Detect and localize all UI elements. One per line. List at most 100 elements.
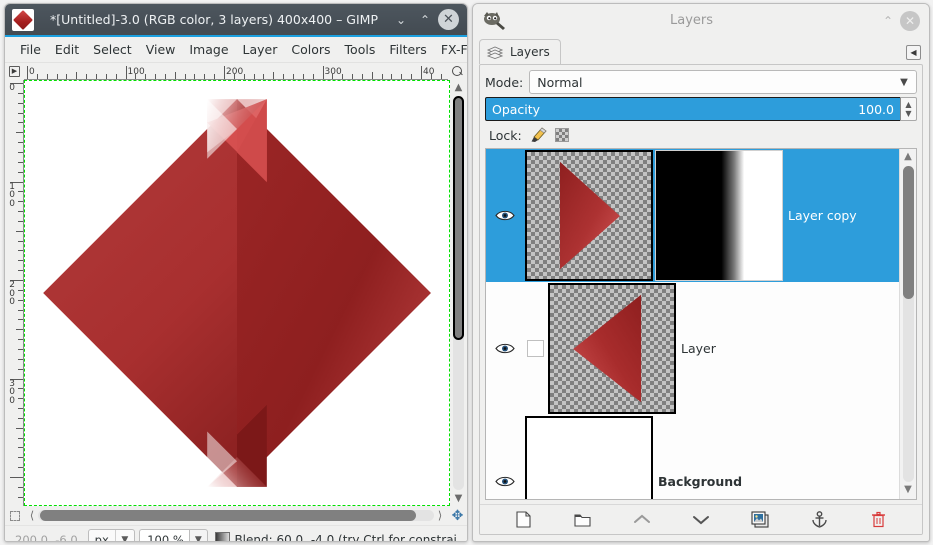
ruler-tick <box>18 457 23 459</box>
layer-row[interactable]: Layer <box>486 282 899 415</box>
tab-layers[interactable]: Layers <box>479 39 561 64</box>
blend-mode-select[interactable]: Normal ▼ <box>529 70 917 94</box>
ruler-tick <box>381 74 383 79</box>
statusbar: 200.0, -6.0 px ▼ 100 % ▼ Blend: 60.0, -4… <box>5 525 467 542</box>
delete-layer-button[interactable] <box>865 509 891 531</box>
ruler-tick <box>18 191 23 193</box>
window-title: *[Untitled]-3.0 (RGB color, 3 layers) 40… <box>50 12 378 27</box>
ruler-tick <box>56 74 58 79</box>
chevron-down-icon <box>692 516 709 525</box>
minimize-icon[interactable]: ⌃ <box>876 9 900 33</box>
layer-list[interactable]: Layer copy Layer Background <box>486 149 899 499</box>
ruler-tick <box>430 74 432 79</box>
layer-thumbnail-cell[interactable] <box>524 150 654 281</box>
alpha-checker-icon[interactable] <box>554 128 569 142</box>
canvas-viewport[interactable] <box>24 80 450 506</box>
ruler-tick <box>46 74 48 79</box>
ruler-tick <box>411 74 413 79</box>
canvas-horizontal-scrollbar[interactable]: ⟨ ⟩ <box>24 509 448 522</box>
close-icon[interactable]: ✕ <box>438 9 459 30</box>
layer-visibility-toggle[interactable] <box>486 209 524 222</box>
layer-name[interactable]: Layer <box>677 341 899 356</box>
menu-tools[interactable]: Tools <box>338 40 383 59</box>
vscroll-track[interactable] <box>453 96 464 490</box>
opacity-spinner[interactable]: ▲ ▼ <box>900 97 917 121</box>
ruler-tick <box>184 74 186 79</box>
zoom-input[interactable]: 100 % <box>138 529 189 541</box>
menu-edit[interactable]: Edit <box>48 40 86 59</box>
close-icon[interactable]: ✕ <box>900 10 920 31</box>
ruler-tick <box>18 437 23 439</box>
scroll-up-icon[interactable]: ▲ <box>455 81 463 94</box>
quickmask-toggle-button[interactable] <box>5 510 24 521</box>
menu-chevron-down-icon[interactable]: ⌄ <box>390 9 412 31</box>
chevron-down-icon[interactable]: ▼ <box>892 71 916 93</box>
layer-mask-cell[interactable] <box>654 150 784 281</box>
layer-visibility-toggle[interactable] <box>486 475 524 488</box>
layer-thumbnail <box>548 283 676 414</box>
ruler-menu-button[interactable]: ▶ <box>5 63 24 80</box>
zoom-image-button[interactable] <box>448 63 467 80</box>
horizontal-ruler[interactable]: 0 100 200 300 40 <box>24 63 448 80</box>
spinner-down-icon[interactable]: ▼ <box>905 109 911 118</box>
menu-colors[interactable]: Colors <box>284 40 337 59</box>
menu-view[interactable]: View <box>139 40 183 59</box>
layer-scroll-track[interactable] <box>902 166 914 482</box>
duplicate-layer-button[interactable] <box>747 509 773 531</box>
new-layer-group-button[interactable] <box>570 509 596 531</box>
ruler-label: 2 0 0 <box>9 280 15 307</box>
layer-row[interactable]: Background <box>486 415 899 499</box>
ruler-tick <box>18 240 23 242</box>
layer-boundary-marching-ants <box>24 80 450 506</box>
layer-name[interactable]: Layer copy <box>784 208 899 223</box>
menu-file[interactable]: File <box>13 40 48 59</box>
layer-row[interactable]: Layer copy <box>486 149 899 282</box>
scroll-left-icon[interactable]: ⟨ <box>26 509 38 522</box>
menu-select[interactable]: Select <box>86 40 139 59</box>
menu-image[interactable]: Image <box>182 40 235 59</box>
layers-stack-icon <box>486 46 504 59</box>
scroll-right-icon[interactable]: ⟩ <box>434 509 446 522</box>
layer-visibility-toggle[interactable] <box>486 342 524 355</box>
hscroll-thumb[interactable] <box>40 510 417 521</box>
layers-panel-body: Mode: Normal ▼ Opacity 100.0 ▲ ▼ Lock: L… <box>479 64 923 535</box>
gimp-screenshot: *[Untitled]-3.0 (RGB color, 3 layers) 40… <box>0 0 933 545</box>
ruler-tick <box>18 142 23 144</box>
duplicate-icon <box>751 511 769 528</box>
canvas-vertical-scrollbar[interactable]: ▲ ▼ <box>450 80 467 506</box>
layer-thumbnail-cell[interactable] <box>547 283 677 414</box>
menu-filters[interactable]: Filters <box>382 40 433 59</box>
ruler-tick <box>36 74 38 79</box>
navigate-canvas-icon[interactable]: ✥ <box>448 508 467 524</box>
new-layer-button[interactable] <box>511 509 537 531</box>
ruler-tick <box>204 74 206 79</box>
menu-fx-foundry[interactable]: FX-Fou <box>434 40 467 59</box>
vscroll-thumb[interactable] <box>453 96 464 341</box>
unit-select[interactable]: px ▼ <box>87 529 135 541</box>
layer-name[interactable]: Background <box>654 474 899 489</box>
layer-link-toggle[interactable] <box>524 340 547 357</box>
maximize-icon[interactable]: ⌃ <box>414 9 436 31</box>
layer-thumbnail-cell[interactable] <box>524 416 654 499</box>
status-message: Blend: 60.0, -4.0 (try Ctrl for constrai… <box>234 532 463 542</box>
layer-list-scrollbar[interactable]: ▲ ▼ <box>899 149 916 499</box>
ruler-tick <box>18 112 23 114</box>
hscroll-track[interactable] <box>38 510 434 521</box>
zoom-chevron-down-icon[interactable]: ▼ <box>188 529 208 541</box>
scroll-down-icon[interactable]: ▼ <box>904 484 912 497</box>
spinner-up-icon[interactable]: ▲ <box>905 100 911 109</box>
opacity-slider[interactable]: Opacity 100.0 <box>485 97 900 121</box>
ruler-tick <box>10 477 23 478</box>
layers-dock-titlebar: Layers ⌃ ✕ <box>473 4 929 37</box>
lower-layer-button[interactable] <box>688 509 714 531</box>
layer-scroll-thumb[interactable] <box>902 166 914 299</box>
chevron-down-icon[interactable]: ▼ <box>114 530 134 541</box>
scroll-down-icon[interactable]: ▼ <box>455 492 463 505</box>
brush-icon[interactable] <box>530 127 547 143</box>
vertical-ruler[interactable]: 0 1 0 0 2 0 0 3 0 0 <box>5 80 24 506</box>
dock-menu-collapse-button[interactable]: ◀ <box>906 45 921 60</box>
scroll-up-icon[interactable]: ▲ <box>904 151 912 164</box>
menu-layer[interactable]: Layer <box>236 40 285 59</box>
raise-layer-button[interactable] <box>629 509 655 531</box>
anchor-layer-button[interactable] <box>806 509 832 531</box>
